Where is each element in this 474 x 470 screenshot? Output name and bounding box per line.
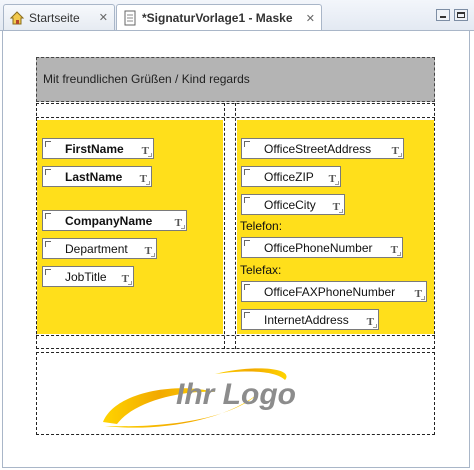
home-icon — [9, 10, 25, 26]
field-company-name[interactable]: CompanyName T — [42, 210, 187, 231]
greeting-header[interactable]: Mit freundlichen Grüßen / Kind regards — [36, 57, 435, 102]
field-office-fax-phone-number[interactable]: OfficeFAXPhoneNumber T — [241, 281, 427, 302]
close-icon[interactable]: ✕ — [99, 11, 108, 24]
logo-text: Ihr Logo — [176, 378, 296, 411]
tab-label: Startseite — [29, 10, 80, 25]
window-buttons — [436, 9, 468, 21]
document-icon — [122, 10, 138, 26]
field-office-street-address[interactable]: OfficeStreetAddress T — [241, 138, 404, 159]
field-job-title[interactable]: JobTitle T — [42, 266, 134, 287]
tab-signaturvorlage[interactable]: *SignaturVorlage1 - Maske ✕ — [116, 4, 322, 31]
phone-label: Telefon: — [240, 219, 283, 233]
field-internet-address[interactable]: InternetAddress T — [241, 309, 379, 330]
tab-bar: Startseite ✕ *SignaturVorlage1 - Maske ✕ — [0, 0, 474, 31]
field-department[interactable]: Department T — [42, 238, 157, 259]
minimize-icon[interactable] — [436, 9, 450, 21]
maximize-icon[interactable] — [454, 9, 468, 21]
field-office-phone-number[interactable]: OfficePhoneNumber T — [241, 237, 403, 258]
tab-startseite[interactable]: Startseite ✕ — [3, 4, 115, 30]
close-icon[interactable]: ✕ — [306, 12, 315, 25]
field-office-city[interactable]: OfficeCity T — [241, 194, 345, 215]
fax-label: Telefax: — [240, 263, 282, 277]
tab-label: *SignaturVorlage1 - Maske — [142, 11, 293, 25]
field-first-name[interactable]: FirstName T — [42, 138, 154, 159]
top-spacer-row — [36, 103, 435, 118]
field-office-zip[interactable]: OfficeZIP T — [241, 166, 341, 187]
field-last-name[interactable]: LastName T — [42, 166, 152, 187]
bottom-spacer-row — [36, 335, 435, 349]
column-divider — [224, 103, 236, 349]
greeting-text: Mit freundlichen Grüßen / Kind regards — [43, 72, 250, 86]
